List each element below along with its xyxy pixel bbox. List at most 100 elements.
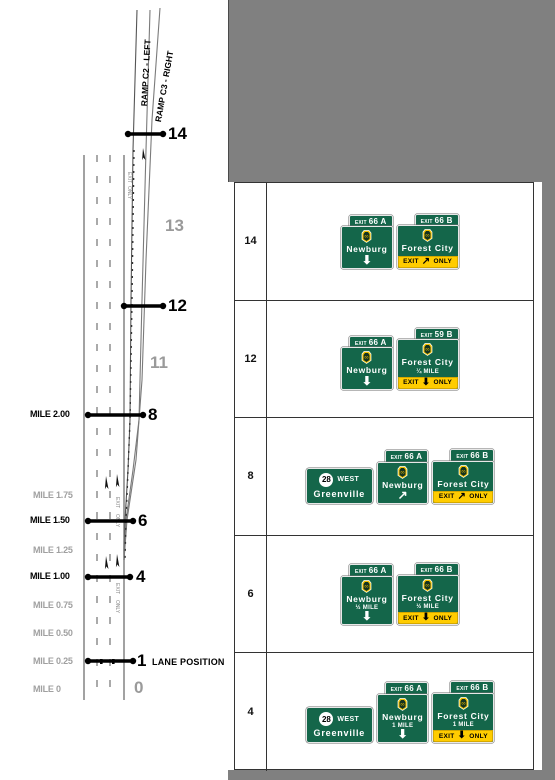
sign-assembly[interactable]: EXIT 59 B 66 Forest City ¼ MILE EXIT ⬇ ONLY [396,327,459,390]
exit-tab-word: EXIT [354,569,367,576]
sign-group: 28 WEST Greenville EXIT 66 A 66 Newburg ↗ EXIT 66… [305,449,495,504]
keystone-shield-icon: 66 [362,351,372,365]
guide-sign-panel[interactable]: 66 Newburg ½ MILE ⬇ [341,575,393,625]
exit-only-left-word: EXIT [403,379,419,387]
route-destination-legend: Greenville [313,728,366,739]
exit-only-down-arrow-icon: ⬇ [457,730,467,742]
exit-tab-word: EXIT [354,340,367,347]
keystone-shield-icon: 66 [422,343,433,357]
svg-text:66: 66 [365,235,369,239]
guide-sign-panel[interactable]: 66 Forest City ¼ MILE EXIT ⬇ ONLY [396,339,459,390]
position-number-13: 13 [165,216,184,235]
keystone-shield-icon: 66 [397,465,408,479]
guide-sign-panel[interactable]: 66 Newburg 1 MILE ⬇ [377,693,429,744]
table-row: 8 28 WEST Greenville EXIT 66 A 66 Newburg ↗ EXIT 6… [235,418,533,536]
route-marker-sign[interactable]: 28 WEST Greenville [305,707,374,744]
down-arrow-icon: ⬇ [397,727,408,742]
grey-header-panel [228,0,555,182]
svg-text:ONLY: ONLY [114,600,120,614]
sign-assembly[interactable]: EXIT 66 A 66 Newburg ⬇ [341,335,393,390]
sign-assembly[interactable]: EXIT 66 B 66 Forest City ½ MILE EXIT ⬇ ONLY [396,563,459,625]
exit-tab-number: 66 A [404,452,423,462]
figure-page: EXIT ONLY EXIT ONLY EXIT ONLY [0,0,555,780]
exit-only-left-word: EXIT [403,614,419,622]
svg-text:66: 66 [426,348,430,352]
mile-label-0-50: MILE 0.50 [33,628,73,638]
distance-legend: ¼ MILE [416,368,440,375]
keystone-shield-icon: 66 [422,578,433,592]
position-number-1: 1 [137,651,147,670]
exit-tab-word: EXIT [456,454,469,461]
mile-label-0-75: MILE 0.75 [33,600,73,610]
sign-group: EXIT 66 A 66 Newburg ⬇ EXIT 66 B 66 Forest City E… [341,213,459,269]
exit-only-down-arrow-icon: ⬇ [421,376,431,388]
diagonal-arrow-icon: ↗ [397,487,408,502]
exit-only-right-word: ONLY [433,379,453,387]
mile-label-1-50: MILE 1.50 [30,515,70,525]
exit-tab-number: 66 A [404,684,423,694]
guide-sign-panel[interactable]: 66 Forest City 1 MILE EXIT ⬇ ONLY [432,692,495,744]
route-direction-legend: WEST [337,715,360,723]
sign-assembly[interactable]: EXIT 66 B 66 Forest City EXIT ↗ ONLY [432,449,495,504]
guide-sign-panel[interactable]: 66 Forest City EXIT ↗ ONLY [432,460,495,504]
exit-only-right-word: ONLY [469,732,488,740]
svg-text:ONLY: ONLY [126,186,132,200]
row-sign-assembly-cell: EXIT 66 A 66 Newburg ½ MILE ⬇ EXIT 66 B 66 Forest… [267,536,533,653]
route-number-shield: 28 [319,712,334,727]
row-position-number: 6 [235,535,267,653]
destination-legend: Newburg [382,711,424,722]
destination-legend: Forest City [401,243,454,254]
mile-label-0-25: MILE 0.25 [33,656,73,666]
sign-assembly[interactable]: EXIT 66 B 66 Forest City 1 MILE EXIT ⬇ ONLY [432,681,495,744]
exit-only-left-word: EXIT [438,493,455,501]
exit-tab-number: 66 B [434,215,453,225]
sign-assembly[interactable]: EXIT 66 B 66 Forest City EXIT ↗ ONLY [396,213,459,269]
exit-tab-word: EXIT [456,686,469,693]
guide-sign-panel[interactable]: 66 Forest City ½ MILE EXIT ⬇ ONLY [396,574,459,625]
mile-label-0: MILE 0 [33,684,61,694]
guide-sign-panel[interactable]: 66 Newburg ⬇ [341,226,393,269]
keystone-shield-icon: 66 [362,230,372,244]
table-row: 6 EXIT 66 A 66 Newburg ½ MILE ⬇ EXIT 66 B 66 Fores… [235,535,533,654]
grey-right-margin [542,0,555,780]
svg-text:66: 66 [426,234,430,238]
exit-tab-number: 59 B [434,329,453,339]
destination-legend: Newburg [346,593,388,604]
destination-legend: Forest City [401,592,454,603]
route-sign-top-row: 28 WEST [319,712,360,727]
row-position-number: 12 [235,300,267,418]
exit-only-plaque: EXIT ↗ ONLY [397,255,458,268]
svg-text:EXIT: EXIT [114,497,120,508]
distance-legend: ½ MILE [416,604,440,610]
roadway-diagram: EXIT ONLY EXIT ONLY EXIT ONLY [0,0,228,780]
guide-sign-panel[interactable]: 66 Newburg ⬇ [341,347,393,390]
exit-tab-number: 66 A [368,566,387,576]
exit-tab-word: EXIT [390,687,403,694]
guide-sign-panel[interactable]: 66 Newburg ↗ [377,461,429,504]
down-arrow-icon: ⬇ [361,609,372,623]
exit-only-left-word: EXIT [438,732,455,740]
sign-assembly[interactable]: EXIT 66 A 66 Newburg ½ MILE ⬇ [341,564,393,625]
exit-only-plaque: EXIT ⬇ ONLY [397,376,458,389]
sign-assembly[interactable]: EXIT 66 A 66 Newburg ↗ [377,450,429,504]
guide-sign-panel[interactable]: 66 Forest City EXIT ↗ ONLY [396,225,459,269]
route-sign-top-row: 28 WEST [319,472,359,487]
sign-assembly[interactable]: EXIT 66 A 66 Newburg 1 MILE ⬇ [377,682,429,744]
sign-group: EXIT 66 A 66 Newburg ⬇ EXIT 59 B 66 Forest City ¼… [341,327,459,390]
keystone-shield-icon: 66 [397,697,408,711]
route-destination-legend: Greenville [313,488,366,499]
svg-text:66: 66 [461,701,465,705]
row-position-number: 8 [235,418,267,535]
keystone-shield-icon: 66 [458,464,469,478]
row-position-number: 14 [235,183,267,300]
keystone-shield-icon: 66 [422,229,433,243]
sign-assembly[interactable]: EXIT 66 A 66 Newburg ⬇ [341,214,393,269]
exit-only-diagonal-arrow-icon: ↗ [457,490,467,502]
route-marker-sign[interactable]: 28 WEST Greenville [305,467,374,504]
position-number-6: 6 [138,511,148,530]
exit-tab-word: EXIT [420,568,433,575]
exit-tab-number: 66 A [368,337,387,347]
destination-legend: Forest City [437,478,490,489]
exit-only-right-word: ONLY [433,258,453,266]
distance-legend: 1 MILE [452,722,474,729]
